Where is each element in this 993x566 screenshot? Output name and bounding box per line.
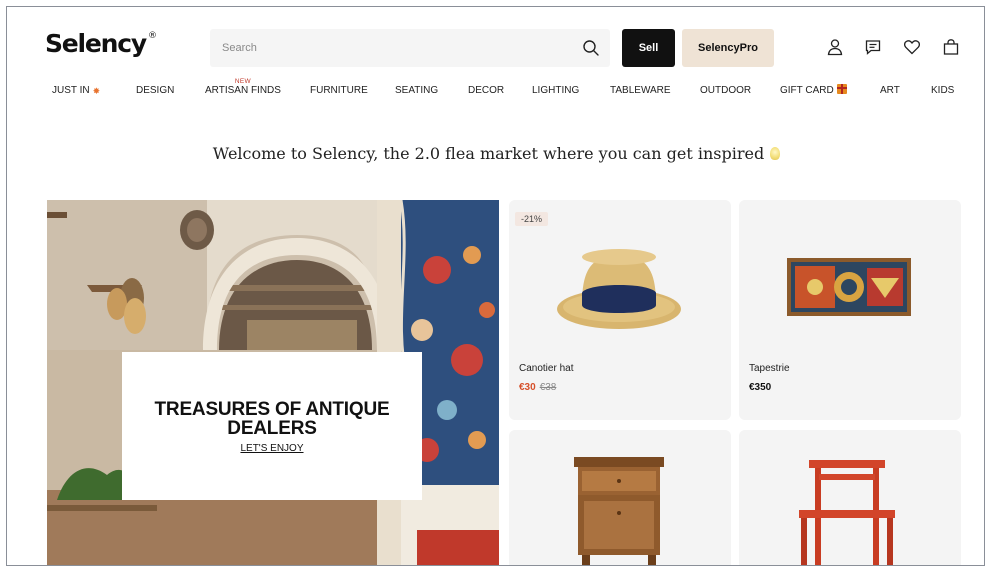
new-badge: NEW bbox=[234, 78, 251, 85]
nav-item-tableware[interactable]: TABLEWARE bbox=[610, 83, 671, 101]
search-icon[interactable] bbox=[582, 39, 600, 57]
nav-item-just-in[interactable]: JUST IN ✸ bbox=[52, 83, 102, 101]
product-price: €350 bbox=[749, 382, 772, 393]
hero-card: TREASURES OF ANTIQUE DEALERS LET'S ENJOY bbox=[122, 352, 422, 500]
product-card-tapestrie[interactable]: Tapestrie €350 bbox=[739, 200, 961, 420]
category-nav: JUST IN ✸ DESIGN NEW ARTISAN FINDS FURNITU… bbox=[7, 78, 984, 107]
user-icon[interactable] bbox=[825, 37, 845, 57]
nav-item-art[interactable]: ART bbox=[880, 83, 900, 101]
nav-item-kids[interactable]: KIDS bbox=[931, 83, 954, 101]
welcome-message: Welcome to Selency, the 2.0 flea market … bbox=[7, 144, 984, 163]
gift-icon bbox=[836, 84, 847, 94]
nav-item-furniture[interactable]: FURNITURE bbox=[310, 83, 368, 101]
tapestry-image bbox=[787, 258, 911, 316]
sell-button[interactable]: Sell bbox=[622, 29, 675, 67]
product-card-canotier-hat[interactable]: -21% Canotier hat €30 €38 bbox=[509, 200, 731, 420]
red-chair-image bbox=[799, 460, 895, 565]
original-price: €38 bbox=[539, 382, 557, 393]
heart-icon[interactable] bbox=[902, 37, 922, 57]
hero-banner[interactable]: TREASURES OF ANTIQUE DEALERS LET'S ENJOY bbox=[47, 200, 499, 565]
nav-item-decor[interactable]: DECOR bbox=[468, 83, 504, 101]
nav-item-design[interactable]: DESIGN bbox=[136, 83, 174, 101]
product-name: Canotier hat bbox=[519, 363, 574, 374]
search-input[interactable] bbox=[222, 29, 562, 67]
selency-logo[interactable]: Selency ® bbox=[45, 29, 157, 58]
product-card-chair[interactable] bbox=[739, 430, 961, 565]
sparkle-icon: ✸ bbox=[92, 86, 101, 96]
discount-badge: -21% bbox=[515, 212, 549, 226]
nav-item-outdoor[interactable]: OUTDOOR bbox=[700, 83, 751, 101]
nav-item-artisan-finds[interactable]: NEW ARTISAN FINDS bbox=[205, 78, 281, 101]
lets-enjoy-link[interactable]: LET'S ENJOY bbox=[240, 443, 303, 454]
bag-icon[interactable] bbox=[941, 37, 961, 57]
hero-title: TREASURES OF ANTIQUE DEALERS bbox=[154, 399, 390, 439]
product-card-nightstand[interactable] bbox=[509, 430, 731, 565]
nightstand-image bbox=[574, 457, 664, 565]
messages-icon[interactable] bbox=[863, 37, 883, 57]
search-bar[interactable] bbox=[210, 29, 610, 67]
lightbulb-icon bbox=[770, 147, 781, 160]
product-name: Tapestrie bbox=[749, 363, 790, 374]
straw-hat-image bbox=[557, 249, 681, 329]
browser-viewport: Selency® Sell SelencyPro JUST IN✸ DESIGN… bbox=[6, 6, 985, 566]
product-price: €30 €38 bbox=[519, 382, 557, 393]
nav-item-seating[interactable]: SEATING bbox=[395, 83, 438, 101]
nav-item-gift-card[interactable]: GIFT CARD bbox=[780, 83, 847, 101]
selency-pro-button[interactable]: SelencyPro bbox=[682, 29, 774, 67]
nav-item-lighting[interactable]: LIGHTING bbox=[532, 83, 579, 101]
